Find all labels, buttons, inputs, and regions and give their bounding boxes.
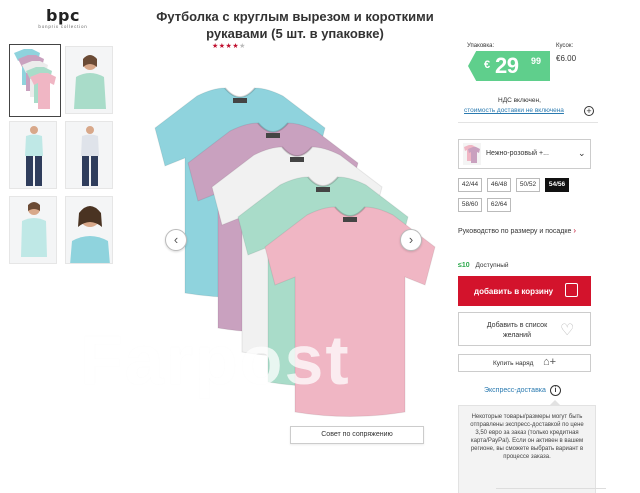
size-guide-link[interactable]: Руководство по размеру и посадке › xyxy=(458,226,576,235)
plus-circle-icon[interactable]: + xyxy=(584,106,594,116)
wishlist-label: Добавить в список желаний xyxy=(486,322,548,339)
pack-label: Упаковка: xyxy=(467,43,495,49)
next-image-arrow[interactable]: › xyxy=(400,229,422,251)
thumbnail-3[interactable] xyxy=(9,121,57,189)
thumbnail-model-image xyxy=(66,197,112,263)
pairing-advice-button[interactable]: Совет по сопряжению xyxy=(290,426,424,444)
star-icon: ★★★★ xyxy=(212,43,240,50)
currency-symbol: € xyxy=(484,59,491,71)
vat-note: НДС включен, xyxy=(498,97,541,104)
thumbnail-5[interactable] xyxy=(9,196,57,264)
stock-count: ≤10 xyxy=(458,262,470,269)
express-delivery-tooltip: Некоторые товары/размеры могут быть отпр… xyxy=(458,405,596,493)
star-empty-icon: ★ xyxy=(239,43,246,50)
color-swatch-icon xyxy=(463,143,481,165)
logo-text: bpc xyxy=(46,6,80,25)
availability: ≤10 Доступный xyxy=(458,262,509,269)
add-to-wishlist-button[interactable]: Добавить в список желаний ♡ xyxy=(458,312,591,346)
add-to-cart-button[interactable]: добавить в корзину xyxy=(458,276,591,306)
thumbnail-model-image xyxy=(66,122,112,188)
add-to-cart-label: добавить в корзину xyxy=(474,287,554,296)
info-icon[interactable]: i xyxy=(550,385,561,396)
thumbnail-model-image xyxy=(10,197,56,263)
shipping-cost-link[interactable]: стоимость доставки не включена xyxy=(464,107,564,114)
size-option[interactable]: 50/52 xyxy=(516,178,540,192)
piece-label: Кусок: xyxy=(556,43,574,49)
heart-icon: ♡ xyxy=(560,322,575,339)
thumbnail-4[interactable] xyxy=(65,121,113,189)
thumbnail-model-image xyxy=(10,122,56,188)
product-title: Футболка с круглым вырезом и короткими р… xyxy=(156,9,434,41)
color-select[interactable]: Нежно-розовый +... ⌄ xyxy=(458,139,591,169)
product-page: bpc bonprix collection Футболка с круглы… xyxy=(0,0,640,493)
prev-image-arrow[interactable]: ‹ xyxy=(165,229,187,251)
chevron-left-icon: ‹ xyxy=(173,232,179,247)
divider xyxy=(458,122,598,123)
thumbnail-2[interactable] xyxy=(65,46,113,114)
rating-stars[interactable]: ★★★★★ xyxy=(212,42,246,50)
thumbnail-model-image xyxy=(66,47,112,113)
size-option[interactable]: 42/44 xyxy=(458,178,482,192)
color-select-value: Нежно-розовый +... xyxy=(486,150,549,157)
arrow-right-icon: › xyxy=(573,226,577,235)
price-amount: 29 xyxy=(495,53,519,78)
price-cents: 99 xyxy=(531,56,542,66)
thumbnail-pack-image xyxy=(10,45,60,116)
express-delivery-link[interactable]: Экспресс-доставка xyxy=(484,387,546,394)
logo-tagline: bonprix collection xyxy=(38,24,88,29)
availability-label: Доступный xyxy=(475,262,509,269)
piece-price: €6.00 xyxy=(556,54,577,63)
divider xyxy=(496,488,606,493)
buy-outfit-button[interactable]: Купить наряд ⌂+ xyxy=(458,354,591,372)
brand-logo[interactable]: bpc bonprix collection xyxy=(18,6,108,29)
size-guide-label: Руководство по размеру и посадке xyxy=(458,228,572,235)
watermark: Farpost xyxy=(80,321,351,399)
hanger-plus-icon: ⌂+ xyxy=(543,356,557,368)
size-option[interactable]: 58/60 xyxy=(458,198,482,212)
thumbnail-6[interactable] xyxy=(65,196,113,264)
size-option-selected[interactable]: 54/56 xyxy=(545,178,569,192)
buy-outfit-label: Купить наряд xyxy=(493,360,534,367)
thumbnail-1[interactable] xyxy=(9,44,61,117)
chevron-down-icon: ⌄ xyxy=(578,148,586,158)
size-option[interactable]: 62/64 xyxy=(487,198,511,212)
shopping-bag-icon xyxy=(565,283,578,297)
price-tag: € 29 99 xyxy=(468,51,550,81)
chevron-right-icon: › xyxy=(408,232,414,247)
size-option[interactable]: 46/48 xyxy=(487,178,511,192)
